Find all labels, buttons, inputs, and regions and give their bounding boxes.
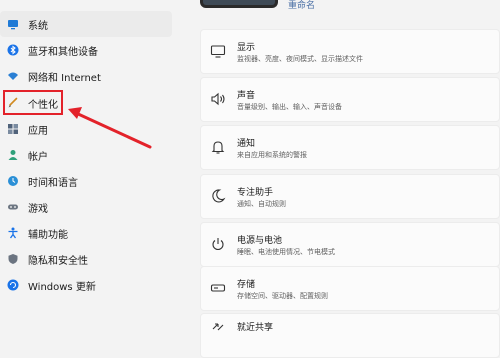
card-title: 专注助手 <box>237 188 274 198</box>
settings-card-nearby-sharing[interactable]: 就近共享 <box>200 313 500 358</box>
monitor-icon <box>7 18 19 30</box>
moon-icon <box>210 188 226 204</box>
card-title: 声音 <box>237 91 256 101</box>
card-title: 就近共享 <box>237 323 274 333</box>
card-title: 存储 <box>237 280 256 290</box>
sidebar-item-privacy[interactable]: 隐私和安全性 <box>0 246 172 272</box>
sidebar-item-gaming[interactable]: 游戏 <box>0 194 172 220</box>
settings-card-display[interactable]: 显示 监视器、亮度、夜间模式、显示描述文件 <box>200 29 500 74</box>
sidebar-item-windows-update[interactable]: Windows 更新 <box>0 272 172 298</box>
device-thumbnail <box>200 0 278 8</box>
card-title: 显示 <box>237 43 256 53</box>
sidebar-item-label: 蓝牙和其他设备 <box>28 46 98 58</box>
settings-card-storage[interactable]: 存储 存储空间、驱动器、配置规则 <box>200 266 500 311</box>
accessibility-icon <box>7 227 19 239</box>
settings-card-notifications[interactable]: 通知 来自应用和系统的警报 <box>200 125 500 170</box>
card-subtitle: 监视器、亮度、夜间模式、显示描述文件 <box>237 55 363 63</box>
sidebar-item-apps[interactable]: 应用 <box>0 116 172 142</box>
sidebar-item-system[interactable]: 系统 <box>0 11 172 37</box>
gamepad-icon <box>7 201 19 213</box>
power-icon <box>210 236 226 252</box>
sidebar-item-label: 隐私和安全性 <box>28 255 88 267</box>
sidebar-item-label: 应用 <box>28 125 48 137</box>
annotation-highlight-box <box>3 90 63 115</box>
sidebar-item-label: Windows 更新 <box>28 281 96 293</box>
sidebar-nav: 系统 蓝牙和其他设备 网络和 Internet 个性化 应用 帐户 时间和语言 … <box>0 0 185 331</box>
sidebar-item-accounts[interactable]: 帐户 <box>0 142 172 168</box>
card-title: 通知 <box>237 139 256 149</box>
sidebar-item-bluetooth[interactable]: 蓝牙和其他设备 <box>0 37 172 63</box>
sidebar-item-network[interactable]: 网络和 Internet <box>0 63 172 89</box>
update-icon <box>7 279 19 291</box>
rename-link[interactable]: 重命名 <box>288 0 315 11</box>
card-subtitle: 来自应用和系统的警报 <box>237 151 307 159</box>
sidebar-item-label: 时间和语言 <box>28 177 78 189</box>
sidebar-item-label: 游戏 <box>28 203 48 215</box>
wifi-icon <box>7 70 19 82</box>
shield-icon <box>7 253 19 265</box>
sidebar-item-label: 帐户 <box>28 151 48 163</box>
sidebar-item-label: 辅助功能 <box>28 229 68 241</box>
card-subtitle: 存储空间、驱动器、配置规则 <box>237 292 328 300</box>
card-title: 电源与电池 <box>237 236 283 246</box>
bell-icon <box>210 139 226 155</box>
speaker-icon <box>210 91 226 107</box>
person-icon <box>7 149 19 161</box>
sidebar-item-accessibility[interactable]: 辅助功能 <box>0 220 172 246</box>
card-subtitle: 音量级别、输出、输入、声音设备 <box>237 103 342 111</box>
bluetooth-icon <box>7 44 19 56</box>
sidebar-item-time-language[interactable]: 时间和语言 <box>0 168 172 194</box>
card-subtitle: 通知、自动规则 <box>237 200 286 208</box>
apps-icon <box>7 123 19 135</box>
settings-card-sound[interactable]: 声音 音量级别、输出、输入、声音设备 <box>200 77 500 122</box>
sidebar-item-label: 网络和 Internet <box>28 72 101 84</box>
card-subtitle: 睡眠、电池使用情况、节电模式 <box>237 248 335 256</box>
sidebar-item-label: 系统 <box>28 20 48 32</box>
settings-card-focus-assist[interactable]: 专注助手 通知、自动规则 <box>200 174 500 219</box>
storage-icon <box>210 280 226 296</box>
settings-card-power-battery[interactable]: 电源与电池 睡眠、电池使用情况、节电模式 <box>200 222 500 267</box>
display-icon <box>210 43 226 59</box>
share-icon <box>210 319 226 335</box>
globe-clock-icon <box>7 175 19 187</box>
